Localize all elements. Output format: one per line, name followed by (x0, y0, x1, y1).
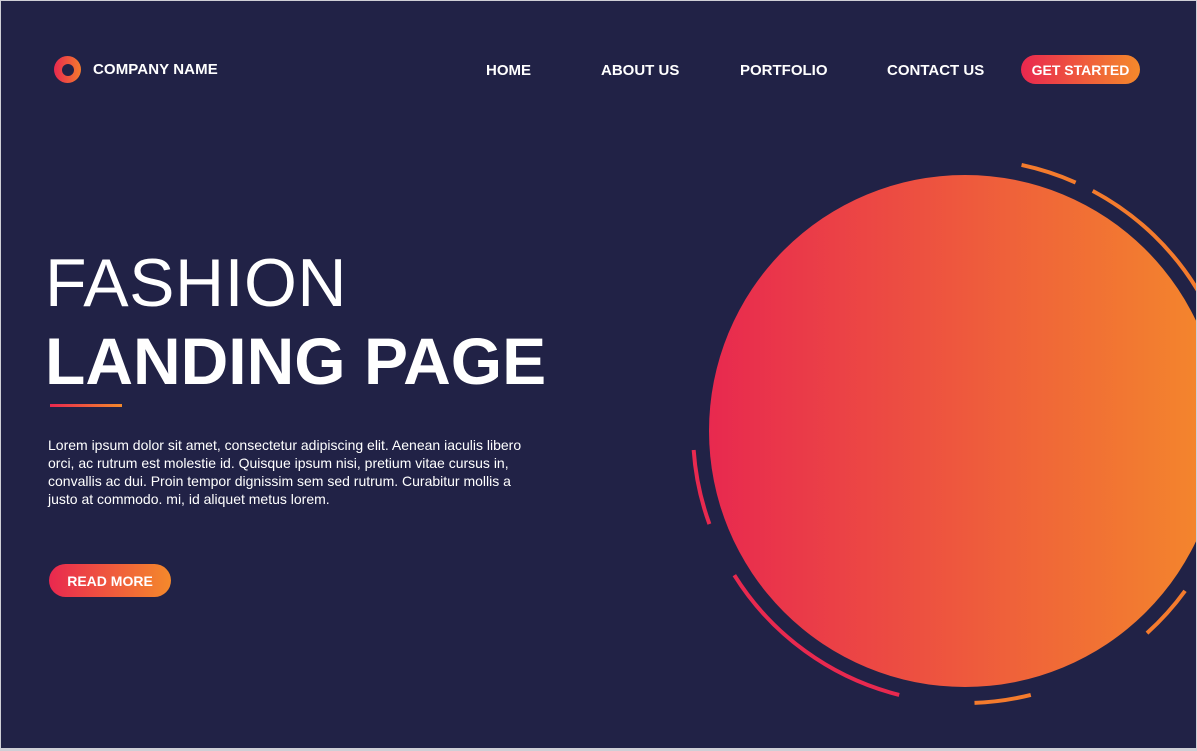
nav-portfolio[interactable]: PORTFOLIO (740, 62, 828, 79)
ring-logo-icon (54, 56, 81, 83)
hero-title-line2: LANDING PAGE (45, 324, 547, 398)
decor-arc (691, 449, 712, 525)
get-started-button[interactable]: GET STARTED (1021, 55, 1140, 84)
nav-contact-us[interactable]: CONTACT US (887, 62, 984, 79)
hero-circle (709, 175, 1196, 687)
nav-about-us[interactable]: ABOUT US (601, 62, 679, 79)
read-more-button[interactable]: READ MORE (49, 564, 171, 597)
logo[interactable]: COMPANY NAME (54, 56, 218, 83)
decor-arc (1021, 162, 1077, 185)
company-name: COMPANY NAME (93, 61, 218, 78)
hero-description: Lorem ipsum dolor sit amet, consectetur … (48, 437, 522, 507)
title-underline (50, 404, 122, 407)
landing-page: COMPANY NAME HOME ABOUT US PORTFOLIO CON… (0, 0, 1197, 751)
decor-arc (974, 692, 1032, 705)
hero-title-line1: FASHION (45, 245, 347, 321)
nav-home[interactable]: HOME (486, 62, 531, 79)
